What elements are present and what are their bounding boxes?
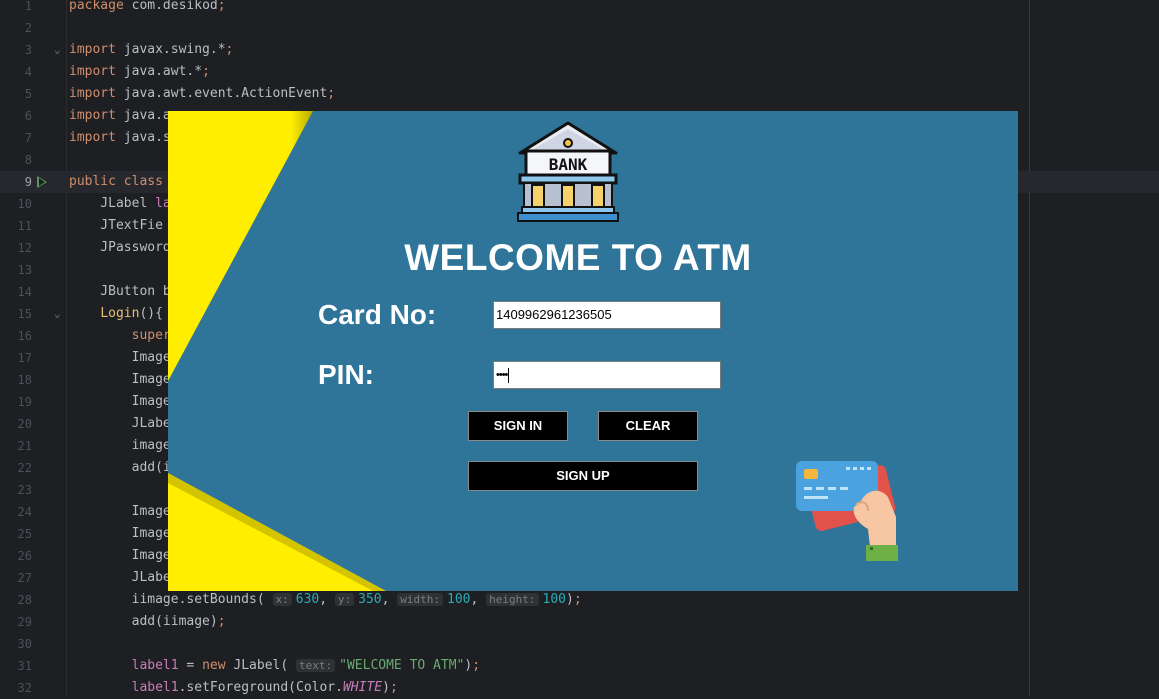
code-text: JButton b bbox=[69, 284, 171, 299]
line-number: 28 bbox=[17, 593, 32, 607]
fold-icon[interactable]: ⌄ bbox=[54, 39, 61, 61]
login-window: BANK WELCOME TO ATM Card No: 14099629612… bbox=[168, 111, 1018, 591]
line-number: 30 bbox=[17, 637, 32, 651]
line-number: 17 bbox=[17, 351, 32, 365]
code-line[interactable]: 28 iimage.setBounds( x: 630, y: 350, width… bbox=[0, 589, 1159, 611]
code-line[interactable]: 31 label1 = new JLabel( text: "WELCOME TO… bbox=[0, 655, 1159, 677]
card-hand-icon bbox=[796, 461, 898, 561]
line-number: 16 bbox=[17, 329, 32, 343]
card-number-value: 1409962961236505 bbox=[496, 307, 612, 322]
line-number: 27 bbox=[17, 571, 32, 585]
line-number: 1 bbox=[24, 0, 32, 13]
line-number: 8 bbox=[24, 153, 32, 167]
pin-input[interactable]: •••• bbox=[493, 361, 721, 389]
line-number: 4 bbox=[24, 65, 32, 79]
page-title: WELCOME TO ATM bbox=[404, 237, 752, 278]
bank-sign-text: BANK bbox=[549, 155, 588, 174]
line-number: 15 bbox=[17, 307, 32, 321]
code-text: label1 = new JLabel( text: "WELCOME TO AT… bbox=[131, 658, 481, 673]
line-number: 18 bbox=[17, 373, 32, 387]
code-text: JPassword bbox=[69, 240, 171, 255]
code-text: image bbox=[69, 438, 171, 453]
line-number: 21 bbox=[17, 439, 32, 453]
bank-icon: BANK bbox=[517, 121, 619, 222]
line-number: 23 bbox=[17, 483, 32, 497]
code-line[interactable]: 3 ⌄ import javax.swing.*; bbox=[0, 39, 1159, 61]
code-line[interactable]: 2 bbox=[0, 17, 1159, 39]
code-text: JLabe bbox=[69, 416, 171, 431]
pin-masked-value: •••• bbox=[496, 369, 508, 381]
code-line[interactable]: 29 add(iimage); bbox=[0, 611, 1159, 633]
code-text: import java.awt.*; bbox=[69, 64, 210, 79]
text-caret bbox=[508, 367, 510, 383]
code-text: add(i bbox=[69, 460, 171, 475]
code-line[interactable]: 5 import java.awt.event.ActionEvent; bbox=[0, 83, 1159, 105]
sign-in-button[interactable]: SIGN IN bbox=[468, 411, 568, 441]
code-text: import java.s bbox=[69, 130, 171, 145]
code-line[interactable]: 4 import java.awt.*; bbox=[0, 61, 1159, 83]
line-number: 9 bbox=[24, 175, 32, 189]
code-text: import javax.swing.*; bbox=[69, 42, 234, 57]
code-text: Image bbox=[69, 394, 171, 409]
code-text: Image bbox=[69, 350, 171, 365]
code-line[interactable]: 30 bbox=[0, 633, 1159, 655]
line-number: 3 bbox=[24, 43, 32, 57]
clear-button[interactable]: CLEAR bbox=[598, 411, 698, 441]
code-text: JLabel la bbox=[69, 196, 171, 211]
line-number: 25 bbox=[17, 527, 32, 541]
line-number: 31 bbox=[17, 659, 32, 673]
line-number: 5 bbox=[24, 87, 32, 101]
line-number: 29 bbox=[17, 615, 32, 629]
code-text: Image bbox=[69, 372, 171, 387]
line-number: 12 bbox=[17, 241, 32, 255]
line-number: 6 bbox=[24, 109, 32, 123]
code-text: Login(){ bbox=[100, 306, 163, 321]
line-number: 10 bbox=[17, 197, 32, 211]
code-text: JLabe bbox=[69, 570, 171, 585]
code-text: Image bbox=[69, 504, 171, 519]
code-text: import java.a bbox=[69, 108, 171, 123]
line-number: 7 bbox=[24, 131, 32, 145]
card-number-input[interactable]: 1409962961236505 bbox=[493, 301, 721, 329]
run-icon[interactable] bbox=[37, 176, 47, 188]
line-number: 26 bbox=[17, 549, 32, 563]
code-text: public class bbox=[69, 174, 163, 189]
line-number: 22 bbox=[17, 461, 32, 475]
code-line[interactable]: 1 package com.desikod; bbox=[0, 0, 1159, 17]
code-text: add(iimage); bbox=[69, 614, 226, 629]
line-number: 20 bbox=[17, 417, 32, 431]
sign-up-button[interactable]: SIGN UP bbox=[468, 461, 698, 491]
code-text: iimage.setBounds( x: 630, y: 350, width: 10… bbox=[69, 592, 582, 607]
card-number-label: Card No: bbox=[318, 299, 437, 330]
code-text: import java.awt.event.ActionEvent; bbox=[69, 86, 336, 101]
line-number: 2 bbox=[24, 21, 32, 35]
fold-icon[interactable]: ⌄ bbox=[54, 303, 61, 325]
line-number: 14 bbox=[17, 285, 32, 299]
code-text: JTextFie bbox=[69, 218, 163, 233]
pin-label: PIN: bbox=[318, 359, 374, 390]
line-number: 13 bbox=[17, 263, 32, 277]
code-text: Image bbox=[69, 548, 171, 563]
line-number: 24 bbox=[17, 505, 32, 519]
line-number: 11 bbox=[17, 219, 32, 233]
code-text: package com.desikod; bbox=[69, 0, 226, 13]
code-text: super bbox=[131, 328, 171, 343]
code-text: Image bbox=[69, 526, 171, 541]
line-number: 19 bbox=[17, 395, 32, 409]
